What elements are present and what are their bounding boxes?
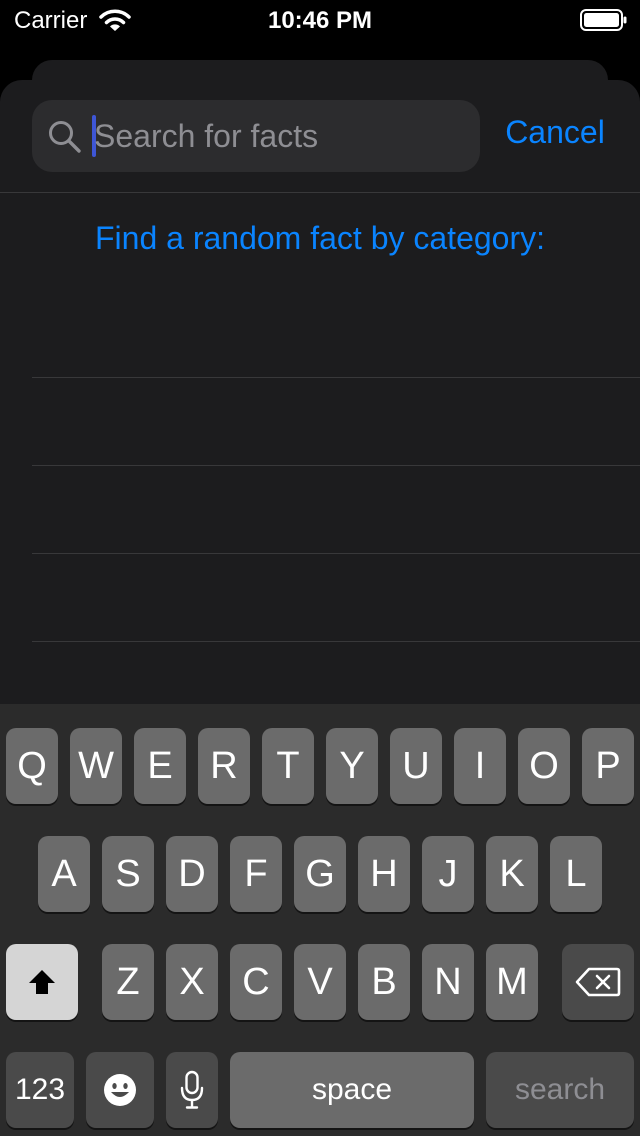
status-bar: Carrier 10:46 PM xyxy=(0,0,640,40)
category-row[interactable] xyxy=(0,378,640,466)
key-z[interactable]: Z xyxy=(102,944,154,1020)
key-w[interactable]: W xyxy=(70,728,122,804)
delete-icon xyxy=(575,967,621,997)
key-h[interactable]: H xyxy=(358,836,410,912)
shift-icon xyxy=(29,970,55,994)
category-header: Find a random fact by category: xyxy=(95,220,545,256)
screen: Carrier 10:46 PM Cancel Find a random fa… xyxy=(0,0,640,1136)
search-key[interactable]: search xyxy=(486,1052,634,1128)
key-t[interactable]: T xyxy=(262,728,314,804)
header-divider xyxy=(0,192,640,193)
key-o[interactable]: O xyxy=(518,728,570,804)
key-b[interactable]: B xyxy=(358,944,410,1020)
shift-key[interactable] xyxy=(6,944,78,1020)
key-n[interactable]: N xyxy=(422,944,474,1020)
key-s[interactable]: S xyxy=(102,836,154,912)
key-d[interactable]: D xyxy=(166,836,218,912)
delete-key[interactable] xyxy=(562,944,634,1020)
key-a[interactable]: A xyxy=(38,836,90,912)
search-input[interactable] xyxy=(94,110,464,162)
cancel-button[interactable]: Cancel xyxy=(490,114,620,151)
key-c[interactable]: C xyxy=(230,944,282,1020)
key-g[interactable]: G xyxy=(294,836,346,912)
row-separator xyxy=(32,641,640,642)
key-e[interactable]: E xyxy=(134,728,186,804)
key-j[interactable]: J xyxy=(422,836,474,912)
key-i[interactable]: I xyxy=(454,728,506,804)
search-icon xyxy=(49,121,81,153)
emoji-icon xyxy=(104,1074,136,1106)
battery-icon xyxy=(580,9,627,31)
key-x[interactable]: X xyxy=(166,944,218,1020)
key-p[interactable]: P xyxy=(582,728,634,804)
key-u[interactable]: U xyxy=(390,728,442,804)
key-v[interactable]: V xyxy=(294,944,346,1020)
key-l[interactable]: L xyxy=(550,836,602,912)
space-key[interactable]: space xyxy=(230,1052,474,1128)
category-row[interactable] xyxy=(0,554,640,642)
keyboard: Q W E R T Y U I O P A S D F G H J K L Z … xyxy=(0,704,640,1136)
key-m[interactable]: M xyxy=(486,944,538,1020)
key-y[interactable]: Y xyxy=(326,728,378,804)
dictation-key[interactable] xyxy=(166,1052,218,1128)
category-list xyxy=(0,290,640,642)
key-f[interactable]: F xyxy=(230,836,282,912)
microphone-icon xyxy=(180,1070,204,1109)
status-time: 10:46 PM xyxy=(267,7,373,34)
search-field[interactable] xyxy=(32,100,480,172)
category-row[interactable] xyxy=(0,290,640,378)
category-row[interactable] xyxy=(0,466,640,554)
key-q[interactable]: Q xyxy=(6,728,58,804)
key-k[interactable]: K xyxy=(486,836,538,912)
key-r[interactable]: R xyxy=(198,728,250,804)
numbers-key[interactable]: 123 xyxy=(6,1052,74,1128)
emoji-key[interactable] xyxy=(86,1052,154,1128)
